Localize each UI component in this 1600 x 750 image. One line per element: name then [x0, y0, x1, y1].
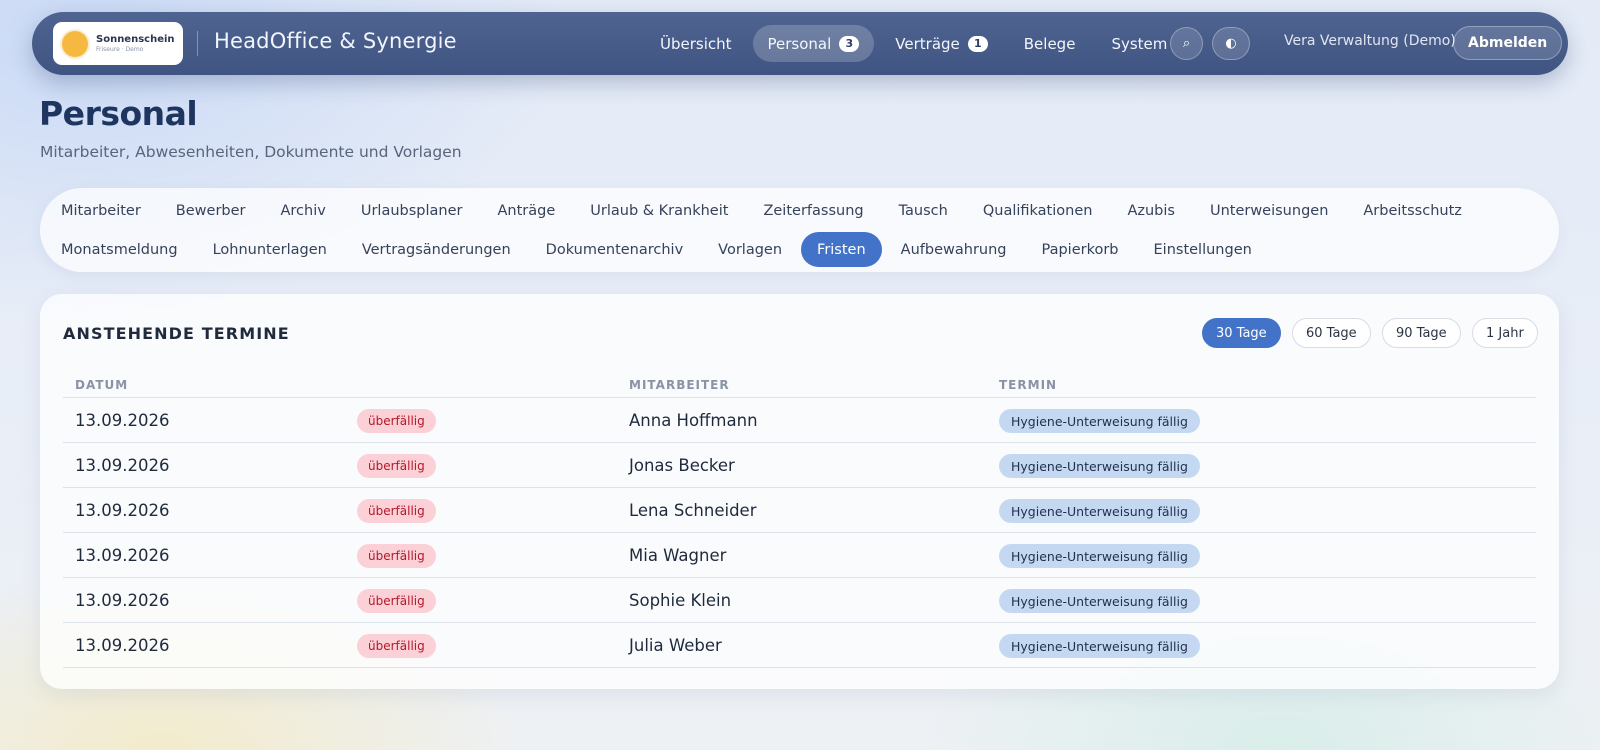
logo-name: Sonnenschein: [96, 33, 175, 45]
table-header: DATUM MITARBEITER TERMIN: [63, 372, 1536, 398]
tab-arbeitsschutz[interactable]: Arbeitsschutz: [1347, 193, 1477, 228]
nav-item-label: Belege: [1023, 34, 1076, 53]
overdue-badge: überfällig: [357, 589, 436, 613]
upcoming-deadlines-card: ANSTEHENDE TERMINE 30 Tage 60 Tage 90 Ta…: [40, 294, 1559, 689]
overdue-badge: überfällig: [357, 454, 436, 478]
top-bar: Sonnenschein Friseure · Demo HeadOffice …: [32, 12, 1568, 75]
tab-vorlagen[interactable]: Vorlagen: [702, 232, 798, 267]
column-header-term: TERMIN: [999, 378, 1058, 392]
nav-item-label: Übersicht: [660, 34, 732, 53]
tab-unterweisungen[interactable]: Unterweisungen: [1194, 193, 1344, 228]
nav-item-uebersicht[interactable]: Übersicht: [645, 25, 747, 62]
date-cell: 13.09.2026: [75, 501, 170, 520]
overdue-badge: überfällig: [357, 634, 436, 658]
tab-dokumentenarchiv[interactable]: Dokumentenarchiv: [530, 232, 700, 267]
nav-item-belege[interactable]: Belege: [1009, 25, 1091, 62]
table-row[interactable]: 13.09.2026 überfällig Anna Hoffmann Hygi…: [63, 398, 1536, 443]
search-icon: ⌕: [1182, 36, 1191, 51]
theme-toggle-button[interactable]: ◐: [1212, 27, 1250, 60]
range-30-days-button[interactable]: 30 Tage: [1202, 318, 1281, 348]
nav-item-label: System: [1111, 34, 1168, 53]
tab-qualifikationen[interactable]: Qualifikationen: [967, 193, 1109, 228]
tab-mitarbeiter[interactable]: Mitarbeiter: [45, 193, 157, 228]
section-tabs: Mitarbeiter Bewerber Archiv Urlaubsplane…: [40, 188, 1559, 272]
term-badge: Hygiene-Unterweisung fällig: [999, 409, 1200, 433]
column-header-date: DATUM: [75, 378, 129, 392]
employee-cell: Anna Hoffmann: [629, 411, 758, 430]
brand-divider: [197, 31, 198, 56]
tab-urlaubsplaner[interactable]: Urlaubsplaner: [345, 193, 479, 228]
range-90-days-button[interactable]: 90 Tage: [1382, 318, 1461, 348]
table-row[interactable]: 13.09.2026 überfällig Jonas Becker Hygie…: [63, 443, 1536, 488]
term-badge: Hygiene-Unterweisung fällig: [999, 634, 1200, 658]
nav-item-vertraege[interactable]: Verträge 1: [880, 25, 1002, 62]
nav-count-badge: 3: [839, 35, 860, 52]
employee-cell: Mia Wagner: [629, 546, 727, 565]
card-title: ANSTEHENDE TERMINE: [63, 324, 290, 343]
brand-title: HeadOffice & Synergie: [214, 29, 457, 53]
term-badge: Hygiene-Unterweisung fällig: [999, 499, 1200, 523]
table-row[interactable]: 13.09.2026 überfällig Sophie Klein Hygie…: [63, 578, 1536, 623]
overdue-badge: überfällig: [357, 544, 436, 568]
term-badge: Hygiene-Unterweisung fällig: [999, 454, 1200, 478]
date-cell: 13.09.2026: [75, 636, 170, 655]
table-row[interactable]: 13.09.2026 überfällig Julia Weber Hygien…: [63, 623, 1536, 668]
tab-row: Mitarbeiter Bewerber Archiv Urlaubsplane…: [45, 193, 1481, 228]
date-cell: 13.09.2026: [75, 546, 170, 565]
nav-item-personal[interactable]: Personal 3: [752, 25, 875, 62]
tab-papierkorb[interactable]: Papierkorb: [1026, 232, 1135, 267]
tab-vertragsaenderungen[interactable]: Vertragsänderungen: [346, 232, 527, 267]
employee-cell: Lena Schneider: [629, 501, 757, 520]
range-1-year-button[interactable]: 1 Jahr: [1472, 318, 1538, 348]
search-button[interactable]: ⌕: [1170, 27, 1203, 60]
employee-cell: Jonas Becker: [629, 456, 735, 475]
tab-zeiterfassung[interactable]: Zeiterfassung: [747, 193, 879, 228]
tab-fristen[interactable]: Fristen: [801, 232, 882, 267]
term-badge: Hygiene-Unterweisung fällig: [999, 544, 1200, 568]
table-row[interactable]: 13.09.2026 überfällig Mia Wagner Hygiene…: [63, 533, 1536, 578]
page-subtitle: Mitarbeiter, Abwesenheiten, Dokumente un…: [40, 143, 462, 161]
tab-antraege[interactable]: Anträge: [481, 193, 571, 228]
date-cell: 13.09.2026: [75, 411, 170, 430]
table-row[interactable]: 13.09.2026 überfällig Lena Schneider Hyg…: [63, 488, 1536, 533]
main-nav: Übersicht Personal 3 Verträge 1 Belege S…: [645, 25, 1188, 62]
nav-count-badge: 1: [967, 35, 988, 52]
tab-bewerber[interactable]: Bewerber: [160, 193, 262, 228]
tab-azubis[interactable]: Azubis: [1111, 193, 1191, 228]
tab-urlaub-krankheit[interactable]: Urlaub & Krankheit: [574, 193, 744, 228]
nav-item-label: Verträge: [895, 34, 960, 53]
employee-cell: Sophie Klein: [629, 591, 732, 610]
logo[interactable]: Sonnenschein Friseure · Demo: [53, 22, 183, 65]
range-60-days-button[interactable]: 60 Tage: [1292, 318, 1371, 348]
tab-archiv[interactable]: Archiv: [265, 193, 342, 228]
overdue-badge: überfällig: [357, 499, 436, 523]
overdue-badge: überfällig: [357, 409, 436, 433]
tab-einstellungen[interactable]: Einstellungen: [1138, 232, 1268, 267]
column-header-employee: MITARBEITER: [629, 378, 730, 392]
nav-item-label: Personal: [767, 34, 832, 53]
tab-tausch[interactable]: Tausch: [883, 193, 964, 228]
user-name: Vera Verwaltung (Demo): [1284, 33, 1456, 49]
tab-aufbewahrung[interactable]: Aufbewahrung: [885, 232, 1023, 267]
page-title: Personal: [39, 94, 198, 133]
tab-row: Monatsmeldung Lohnunterlagen Vertragsänd…: [45, 232, 1271, 267]
sun-icon: [62, 30, 88, 57]
logout-button[interactable]: Abmelden: [1453, 26, 1563, 60]
term-badge: Hygiene-Unterweisung fällig: [999, 589, 1200, 613]
logo-subtitle: Friseure · Demo: [96, 45, 144, 53]
tab-lohnunterlagen[interactable]: Lohnunterlagen: [197, 232, 343, 267]
half-circle-icon: ◐: [1225, 36, 1237, 51]
employee-cell: Julia Weber: [629, 636, 722, 655]
date-cell: 13.09.2026: [75, 456, 170, 475]
date-cell: 13.09.2026: [75, 591, 170, 610]
tab-monatsmeldung[interactable]: Monatsmeldung: [45, 232, 194, 267]
